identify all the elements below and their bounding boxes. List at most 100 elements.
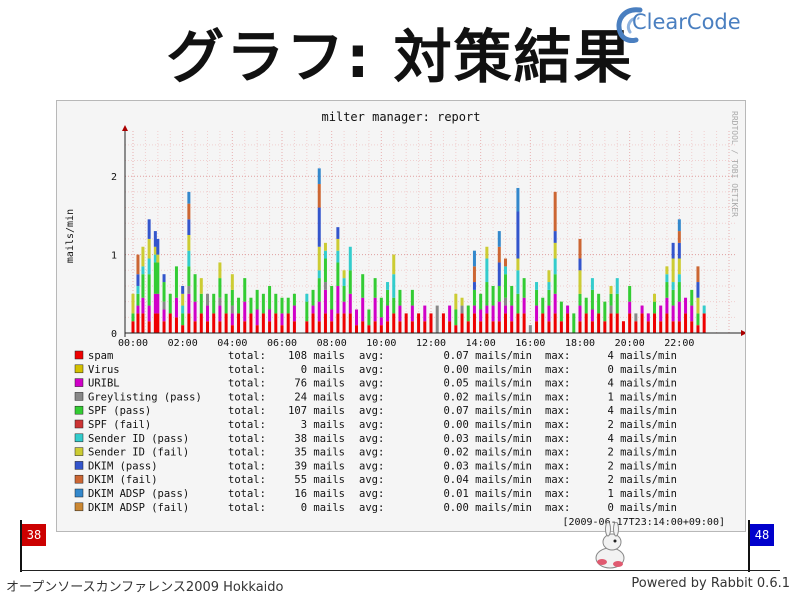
bar-segment [460,313,464,333]
bar-segment [448,305,452,322]
bar-segment [181,325,185,333]
x-tick-labels: 00:00 02:00 04:00 06:00 08:00 10:00 12:00 14:00… [118,338,694,349]
bar-segment [665,297,669,314]
bar-segment [136,313,140,333]
bar-segment [268,285,272,310]
bar-segment [677,321,681,333]
bar-segment [131,293,135,314]
legend-max-label: max: [545,391,570,403]
rrd-chart: milter manager: report mails/min RRDTOOL… [65,110,745,528]
bar-segment [141,297,145,314]
legend-avg: 0.00 mails/min [443,364,532,376]
legend-avg: 0.02 mails/min [443,391,532,403]
bar-segment [212,313,216,333]
legend-row: DKIM (fail) total: 55 mails avg: 0.04 mails/… [74,474,677,486]
bar-segment [547,289,551,306]
bar-segment [441,313,445,333]
legend-max: 2 mails/min [607,474,677,486]
legend-avg-label: avg: [359,433,384,445]
legend-total-label: total: [228,488,266,500]
bar-segment [237,313,241,333]
bar-segment [535,282,539,290]
legend-avg: 0.07 mails/min [443,350,532,362]
legend-name: DKIM (pass) [88,460,158,472]
legend-max: 4 mails/min [607,405,677,417]
bar-segment [553,258,557,275]
bar-segment [677,282,681,302]
legend-name: DKIM ADSP (pass) [88,488,189,500]
bar-segment [696,313,700,326]
legend-row: DKIM ADSP (pass) total: 16 mails avg: 0.01 m… [74,488,677,500]
bar-segment [398,305,402,322]
legend-max-label: max: [545,447,570,459]
bar-segment [230,289,234,306]
bar-segment [472,282,476,290]
bar-segment [578,270,582,294]
clearcode-logo: ClearCode [610,4,798,48]
bar-segment [653,293,656,302]
y-axis-arrow [122,125,128,131]
bar-segment [187,250,191,267]
bar-segment [665,266,669,275]
legend-max: 4 mails/min [607,378,677,390]
bar-segment [578,238,582,259]
legend-max-label: max: [545,460,570,472]
bar-segment [541,313,545,333]
bar-segment [230,274,234,290]
legend-max: 1 mails/min [607,488,677,500]
legend-avg: 0.04 mails/min [443,474,532,486]
bar-segment [355,325,358,333]
legend-row: URIBL total: 76 mails avg: 0.05 mails/min max… [74,378,677,390]
x-axis-arrow [741,330,745,336]
legend-avg-label: avg: [359,488,384,500]
bar-segment [386,321,390,333]
bar-segment [535,305,539,322]
bar-segment [342,278,346,286]
bar-segment [684,313,688,333]
bar-segment [386,289,390,306]
bar-segment [479,293,483,310]
bar-segment [497,231,501,247]
bar-segment [653,313,656,333]
bar-segment [634,313,638,322]
footer-event-name: オープンソースカンファレンス2009 Hokkaido [6,580,284,595]
bar-segment [547,321,551,333]
legend-swatch [74,433,84,443]
bar-segment [615,293,619,314]
legend-swatch [74,405,84,415]
bar-segment [690,289,694,306]
bar-segment [448,321,452,333]
bar-segment [597,293,601,314]
legend-avg: 0.07 mails/min [443,405,532,417]
bar-segment [522,313,526,333]
legend-avg-label: avg: [359,460,384,472]
bar-segment [255,325,259,333]
bar-segment [392,274,396,298]
bar-segment [684,297,688,314]
footer-powered-by: Powered by Rabbit 0.6.1 [631,576,790,591]
bar-segment [504,305,507,314]
legend-total: 16 mails [294,488,345,500]
bar-segment [286,297,290,314]
bar-segment [677,258,681,275]
progress-track [20,570,780,571]
legend-total: 108 mails [288,350,345,362]
bar-segment [199,293,203,314]
bar-segment [472,266,476,283]
bar-segment [168,293,172,314]
bar-segment [640,313,644,333]
bar-segment [342,313,346,333]
legend-avg-label: avg: [359,447,384,459]
bar-segment [609,293,613,306]
bar-segment [181,305,185,314]
bar-segment [671,305,675,322]
bar-segment [323,250,327,259]
bar-segment [243,321,247,333]
legend-row: SPF (fail) total: 3 mails avg: 0.00 mails/mi… [74,419,677,431]
bar-segment [268,321,272,333]
bar-segment [280,325,284,333]
bar-segment [286,313,290,333]
bar-segment [317,278,321,302]
x-tick-label: 02:00 [168,338,198,349]
bar-segment [379,317,383,326]
